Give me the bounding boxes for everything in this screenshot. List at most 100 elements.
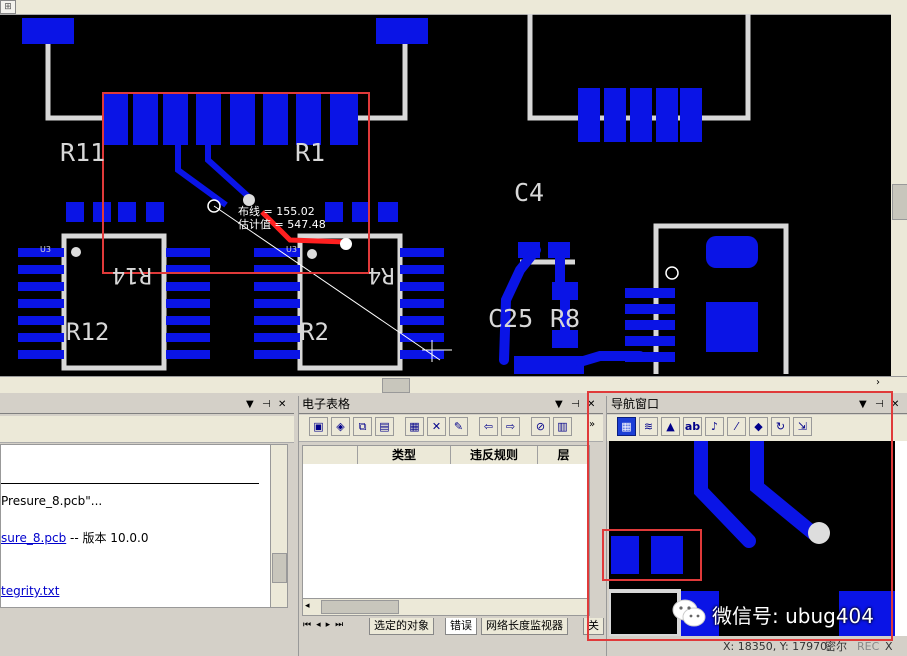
export-icon[interactable]: ⇲ [793,417,812,436]
label-r14: R14 [112,262,152,287]
label-r2: R2 [300,318,329,346]
tab-net-length-monitor[interactable]: 网络长度监视器 [481,618,568,635]
column-header-layer[interactable]: 层 [538,446,589,464]
outline-r1 [350,40,408,121]
pad [118,202,136,222]
pad [378,202,398,222]
pcb-hscroll-thumb[interactable] [382,378,410,393]
close-icon[interactable]: ✕ [278,396,286,413]
spreadsheet-grid[interactable]: 类型 违反规则 层 [302,445,590,615]
file-link[interactable]: sure_8.pcb [1,531,66,545]
route-estimate-text: 估计值 = 547.48 [238,218,326,231]
pad [680,88,702,142]
route-icon[interactable]: ♪ [705,417,724,436]
message-line-1: Presure_8.pcb"... [1,494,103,508]
route-length-text: 布线 = 155.02 [238,205,315,218]
label-r8: R8 [550,304,581,333]
arrow-left-icon[interactable]: ⇦ [479,417,498,436]
pad [352,202,370,222]
pcb-layout[interactable] [0,0,907,376]
message-line-2: sure_8.pcb -- 版本 10.0.0 [1,529,148,546]
layers-icon[interactable]: ≋ [639,417,658,436]
spreadsheet-panel: 电子表格 ▼ ⊣ ✕ ▣ ◈ ⧉ ▤ ▦ ✕ ✎ ⇦ ⇨ ⊘ ▥ » 类型 违反… [298,396,604,656]
pin-icon[interactable]: ⊣ [875,396,884,413]
tab-more[interactable]: 关 [583,618,604,635]
pad [604,88,626,142]
navigator-title-bar: 导航窗口 ▼ ⊣ ✕ [607,396,907,414]
edit-icon[interactable]: ✎ [449,417,468,436]
spreadsheet-hscroll[interactable]: ◂ [302,598,590,616]
table-icon[interactable]: ▦ [405,417,424,436]
tab-errors[interactable]: 错误 [445,618,477,635]
route-tooltip: 布线 = 155.02 估计值 = 547.48 [238,205,326,231]
report-link[interactable]: tegrity.txt [1,584,59,598]
stack-icon[interactable]: ▲ [661,417,680,436]
arrow-right-icon[interactable]: › [876,377,880,388]
chevron-down-icon[interactable]: ▼ [555,396,563,413]
chevron-left-icon[interactable]: ◂ [305,601,310,611]
copper-icon[interactable]: ◆ [749,417,768,436]
pcb-canvas[interactable]: ⊞ R11 R1 C4 R14 R4 R12 R2 C25 R8 U3 U3 布… [0,0,907,376]
status-x: X [885,640,893,653]
column-header-blank[interactable] [303,446,358,464]
column-header-type[interactable]: 类型 [358,446,451,464]
label-r11: R11 [60,138,106,167]
tab-navigation-icons[interactable]: ⏮◂▸⏭ [303,620,348,630]
spreadsheet-toolbar: ▣ ◈ ⧉ ▤ ▦ ✕ ✎ ⇦ ⇨ ⊘ ▥ » [299,415,603,442]
label-u3b: U3 [286,245,297,254]
pcb-vertical-scrollbar[interactable] [891,14,907,376]
ab-icon[interactable]: ab [683,417,702,436]
chevron-down-icon[interactable]: ▼ [246,396,254,413]
arrow-right-icon[interactable]: ⇨ [501,417,520,436]
pcb-vscroll-thumb[interactable] [892,184,907,220]
select-icon[interactable]: ◈ [331,417,350,436]
messages-panel-title: ▼ ⊣ ✕ [0,396,294,414]
copy-icon[interactable]: ⧉ [353,417,372,436]
refresh-icon[interactable]: ↻ [771,417,790,436]
properties-icon[interactable]: ▣ [309,417,328,436]
column-header-rule[interactable]: 违反规则 [451,446,538,464]
pad [103,93,128,145]
filter-icon[interactable]: ⊘ [531,417,550,436]
label-r4: R4 [368,262,395,287]
close-icon[interactable]: ✕ [891,396,899,413]
watermark: 微信号: ubug404 [672,594,892,634]
tab-selected-objects[interactable]: 选定的对象 [369,618,434,635]
pad [325,202,343,222]
label-u3a: U3 [40,245,51,254]
pin-icon[interactable]: ⊣ [571,396,580,413]
label-c25: C25 [488,304,534,333]
chevron-down-icon[interactable]: ▼ [859,396,867,413]
pad [630,88,652,142]
overflow-icon[interactable]: » [589,419,595,430]
grid-icon[interactable]: ▥ [553,417,572,436]
pad [656,88,678,142]
unit-mode: 密尔 [825,640,847,653]
messages-vscroll-thumb[interactable] [272,553,287,583]
pcb-horizontal-scrollbar[interactable]: › [0,376,907,393]
watermark-text: 微信号: ubug404 [712,604,875,628]
pad [578,88,600,142]
cursor-coordinates: X: 18350, Y: 17970, [723,640,831,653]
close-icon[interactable]: ✕ [587,396,595,413]
messages-toolbar [0,416,294,443]
delete-icon[interactable]: ✕ [427,417,446,436]
pad [133,93,158,145]
navigator-toolbar: ▦ ≋ ▲ ab ♪ ⁄ ◆ ↻ ⇲ [607,415,907,441]
navigator-title: 导航窗口 [611,397,660,411]
pad [230,93,255,145]
pad [330,93,358,145]
messages-vscroll[interactable] [270,444,288,608]
diagonal-route-icon[interactable]: ⁄ [727,417,746,436]
version-text: -- 版本 10.0.0 [66,531,149,545]
wechat-icon [672,598,706,628]
zoom-board-icon[interactable]: ▦ [617,417,636,436]
paste-icon[interactable]: ▤ [375,417,394,436]
spreadsheet-title-bar: 电子表格 ▼ ⊣ ✕ [299,396,603,414]
pin-icon[interactable]: ⊣ [262,396,271,413]
spreadsheet-hscroll-thumb[interactable] [321,600,399,614]
pad [263,93,288,145]
pad [376,18,428,44]
pad [66,202,84,222]
divider [1,483,259,484]
